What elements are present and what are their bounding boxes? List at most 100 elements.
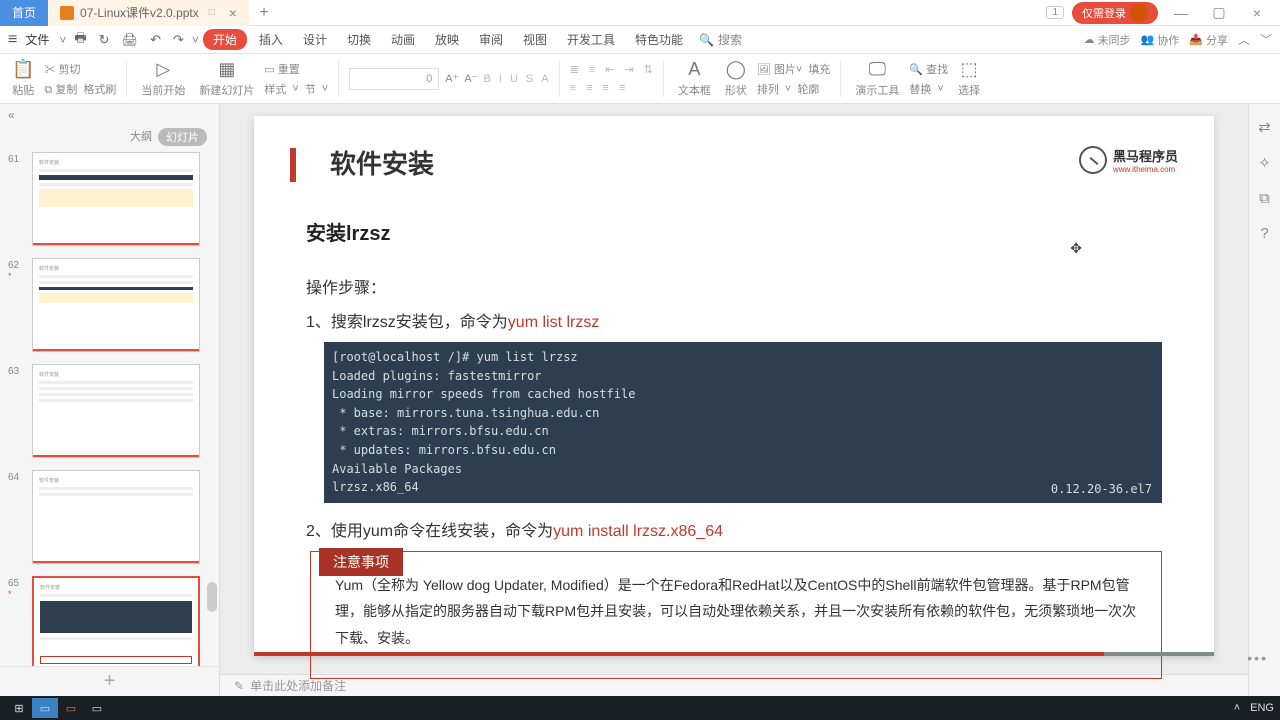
share-button[interactable]: 📤 分享: [1189, 32, 1228, 48]
close-tab-icon[interactable]: ×: [229, 5, 237, 21]
steps-label: 操作步骤：: [306, 274, 1162, 298]
font-grow-icon[interactable]: A⁺: [445, 72, 458, 85]
style-button[interactable]: 样式: [264, 81, 286, 97]
pic-button[interactable]: 🖼 图片˅: [757, 61, 802, 77]
panel-collapse-icon[interactable]: «: [0, 104, 219, 126]
menu-anim[interactable]: 动画: [383, 31, 423, 48]
undo-icon[interactable]: ↶: [146, 32, 165, 48]
coop-button[interactable]: 👥 协作: [1141, 32, 1180, 48]
tool-settings-icon[interactable]: ⇄: [1258, 118, 1271, 136]
highlight-icon[interactable]: A: [541, 73, 548, 85]
file-chevron-icon[interactable]: ˅: [59, 33, 66, 47]
paste-button[interactable]: 📋粘贴: [8, 57, 38, 100]
menu-special[interactable]: 特色功能: [627, 31, 691, 48]
align-justify-icon[interactable]: ≡: [619, 82, 625, 94]
ribbon-more-icon[interactable]: ﹀: [1260, 31, 1272, 48]
minimize-icon[interactable]: —: [1166, 5, 1196, 21]
section-button[interactable]: 节: [305, 81, 316, 97]
slides-tab[interactable]: 幻灯片: [158, 128, 207, 146]
redo-icon[interactable]: ↷: [169, 32, 188, 48]
arrange-button[interactable]: 排列: [757, 81, 779, 97]
format-painter-button[interactable]: 格式刷: [83, 81, 116, 97]
menu-show[interactable]: 放映: [427, 31, 467, 48]
outline-button[interactable]: 轮廓: [797, 81, 819, 97]
thumb-num: 65: [8, 578, 19, 589]
refresh-icon[interactable]: ↻: [95, 32, 114, 48]
slide-thumb-65[interactable]: 软件安装: [32, 576, 200, 666]
font-shrink-icon[interactable]: A⁻: [464, 72, 477, 85]
menu-start[interactable]: 开始: [203, 29, 247, 50]
indent-dec-icon[interactable]: ⇤: [605, 63, 614, 76]
tab-home[interactable]: 首页: [0, 0, 48, 26]
select-button[interactable]: ⬚选择: [954, 57, 984, 100]
tray-up-icon[interactable]: ˄: [1234, 702, 1240, 714]
title-accent: [290, 148, 296, 182]
line-spacing-icon[interactable]: ⇅: [644, 63, 653, 76]
align-left-icon[interactable]: ≡: [570, 82, 576, 94]
thumb-num: 62: [8, 260, 19, 271]
save-icon[interactable]: 🖶: [70, 29, 90, 51]
slide-thumb-61[interactable]: 软件安装: [32, 152, 200, 246]
menu-review[interactable]: 审阅: [471, 31, 511, 48]
notif-badge[interactable]: 1: [1046, 6, 1064, 19]
sync-status[interactable]: ☁ 未同步: [1084, 32, 1131, 48]
slide-canvas[interactable]: 软件安装 黑马程序员www.itheima.com 安装lrzsz 操作步骤： …: [254, 116, 1214, 656]
numbering-icon[interactable]: ≡: [589, 64, 595, 76]
from-current-button[interactable]: ▷当前开始: [137, 57, 189, 100]
avatar-icon: [1130, 4, 1148, 22]
thumb-scrollbar[interactable]: [207, 582, 217, 612]
underline-icon[interactable]: U: [510, 73, 518, 85]
indent-inc-icon[interactable]: ⇥: [624, 63, 633, 76]
textbox-button[interactable]: A文本框: [674, 57, 715, 100]
fill-button[interactable]: 填充: [808, 61, 830, 77]
layout-button[interactable]: ▭ 重置: [264, 61, 299, 77]
font-size-input[interactable]: 0: [349, 68, 439, 90]
bold-icon[interactable]: B: [484, 73, 491, 85]
menu-file[interactable]: 文件: [25, 31, 49, 48]
cut-button[interactable]: ✂ 剪切: [44, 61, 80, 77]
demo-tools-button[interactable]: 🖵演示工具: [851, 57, 903, 100]
task-app-2[interactable]: ▭: [58, 698, 84, 718]
start-button[interactable]: ⊞: [6, 698, 32, 718]
maximize-icon[interactable]: ▢: [1204, 4, 1234, 21]
align-center-icon[interactable]: ≡: [586, 82, 592, 94]
slide-thumb-62[interactable]: 软件安装: [32, 258, 200, 352]
search-icon: 🔍: [699, 33, 714, 47]
replace-button[interactable]: 替换: [909, 81, 931, 97]
add-slide-button[interactable]: +: [0, 666, 219, 696]
hamburger-icon[interactable]: ≡: [8, 31, 17, 49]
login-button[interactable]: 仅需登录: [1072, 2, 1158, 24]
tab-file[interactable]: 07-Linux课件v2.0.pptx □ ×: [48, 0, 249, 26]
align-right-icon[interactable]: ≡: [602, 82, 608, 94]
strike-icon[interactable]: S: [526, 73, 533, 85]
more-icon[interactable]: •••: [1247, 650, 1268, 666]
qa-chevron-icon[interactable]: ˅: [192, 33, 199, 47]
search-box[interactable]: 🔍 搜索: [699, 31, 742, 48]
tool-star-icon[interactable]: ✧: [1258, 154, 1271, 172]
outline-tab[interactable]: 大纲: [130, 128, 152, 146]
bullets-icon[interactable]: ≣: [570, 63, 579, 76]
menu-insert[interactable]: 插入: [251, 31, 291, 48]
slide-thumb-63[interactable]: 软件安装: [32, 364, 200, 458]
tool-layers-icon[interactable]: ⧉: [1259, 190, 1270, 207]
thumb-num: 63: [8, 364, 26, 377]
new-slide-button[interactable]: ▦新建幻灯片: [195, 57, 258, 100]
menu-design[interactable]: 设计: [295, 31, 335, 48]
italic-icon[interactable]: I: [499, 73, 502, 85]
print-icon[interactable]: 🖨: [118, 32, 143, 48]
ime-lang[interactable]: ENG: [1250, 702, 1274, 714]
menu-view[interactable]: 视图: [515, 31, 555, 48]
new-tab-button[interactable]: +: [249, 4, 279, 22]
find-button[interactable]: 🔍 查找: [909, 61, 948, 77]
copy-button[interactable]: ⧉ 复制: [44, 81, 77, 97]
shape-button[interactable]: ◯形状: [721, 57, 751, 100]
menu-transition[interactable]: 切换: [339, 31, 379, 48]
menu-dev[interactable]: 开发工具: [559, 31, 623, 48]
task-app-3[interactable]: ▭: [84, 698, 110, 718]
slide-thumb-64[interactable]: 软件安装: [32, 470, 200, 564]
tool-help-icon[interactable]: ?: [1260, 225, 1268, 242]
task-app-1[interactable]: ▭: [32, 698, 58, 718]
ribbon-collapse-icon[interactable]: ︿: [1238, 31, 1250, 48]
ribbon: 📋粘贴 ✂ 剪切 ⧉ 复制 格式刷 ▷当前开始 ▦新建幻灯片 ▭ 重置 样式˅ …: [0, 54, 1280, 104]
close-icon[interactable]: ×: [1242, 5, 1272, 21]
